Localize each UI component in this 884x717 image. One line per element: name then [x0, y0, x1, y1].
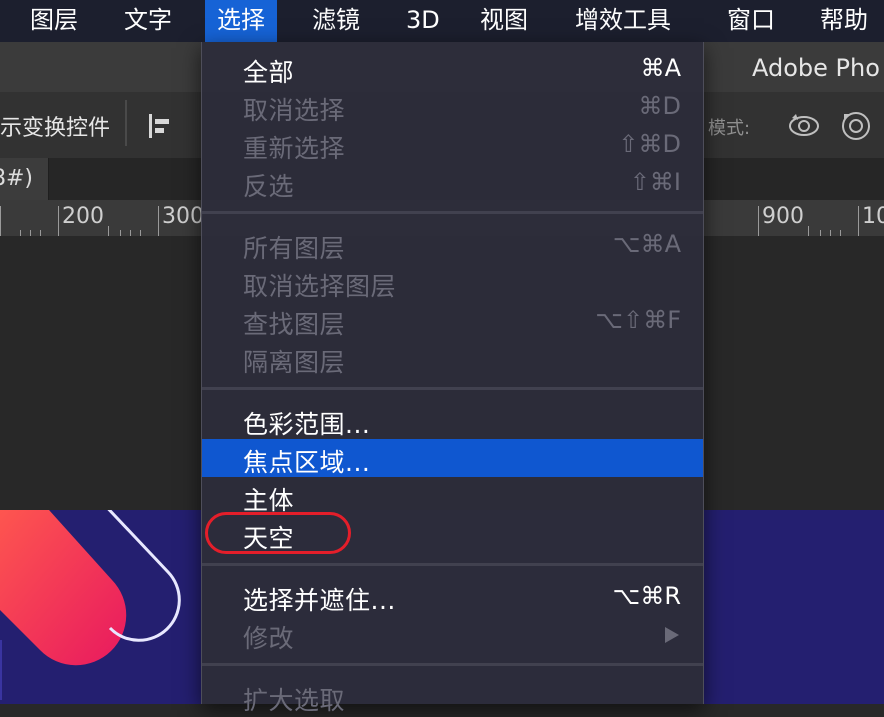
mode-label: 模式:	[708, 118, 751, 139]
menubar: 图层 文字 选择 滤镜 3D 视图 增效工具 窗口 帮助	[0, 0, 884, 42]
menu-item-modify[interactable]: 修改	[202, 615, 703, 653]
ruler-number: 300	[162, 204, 204, 229]
menu-3d[interactable]: 3D	[406, 0, 440, 42]
menu-item-label: 修改	[243, 624, 295, 653]
orbit-3d-icon[interactable]	[786, 108, 822, 144]
menu-separator	[202, 387, 703, 390]
menu-item-label: 全部	[243, 58, 295, 87]
menu-item-label: 隔离图层	[243, 348, 346, 377]
menu-item-focus-area[interactable]: 焦点区域...	[202, 439, 703, 477]
menu-item-label: 焦点区域...	[243, 448, 371, 477]
menu-item-shortcut: ⌘D	[638, 92, 681, 120]
menu-item-inverse[interactable]: 反选 ⇧⌘I	[202, 163, 703, 201]
show-transform-controls-label[interactable]: 示变换控件	[0, 110, 110, 142]
menu-item-shortcut: ⇧⌘I	[629, 168, 681, 196]
menu-item-label: 取消选择	[243, 96, 346, 125]
submenu-arrow-icon	[665, 627, 679, 643]
menu-type[interactable]: 文字	[124, 0, 172, 42]
menu-separator	[202, 211, 703, 214]
menu-item-grow[interactable]: 扩大选取	[202, 677, 703, 715]
menu-filter[interactable]: 滤镜	[312, 0, 360, 42]
options-divider	[125, 100, 127, 146]
ruler-tick	[58, 206, 59, 236]
menu-item-shortcut: ⌥⌘A	[612, 230, 681, 258]
menu-separator	[202, 563, 703, 566]
ruler-tick	[858, 206, 859, 236]
ruler-tick	[0, 206, 1, 236]
annotation-circle	[205, 512, 351, 554]
ruler-tick	[758, 206, 759, 236]
menu-plugins[interactable]: 增效工具	[575, 0, 671, 42]
menu-item-isolate-layers[interactable]: 隔离图层	[202, 339, 703, 377]
menu-item-select-and-mask[interactable]: 选择并遮住... ⌥⌘R	[202, 577, 703, 615]
menu-item-shortcut: ⌥⇧⌘F	[595, 306, 681, 334]
ruler-tick	[108, 226, 109, 236]
menu-item-shortcut: ⌘A	[640, 54, 681, 82]
menu-item-label: 选择并遮住...	[243, 586, 396, 615]
document-tab-label: 8#)	[0, 166, 34, 191]
menu-item-label: 扩大选取	[243, 686, 346, 715]
menu-item-all-layers[interactable]: 所有图层 ⌥⌘A	[202, 225, 703, 263]
menu-item-all[interactable]: 全部 ⌘A	[202, 49, 703, 87]
ruler-tick	[158, 206, 159, 236]
menu-item-label: 重新选择	[243, 134, 346, 163]
menu-item-reselect[interactable]: 重新选择 ⇧⌘D	[202, 125, 703, 163]
menu-window[interactable]: 窗口	[727, 0, 775, 42]
menu-item-label: 所有图层	[243, 234, 346, 263]
app-title: Adobe Pho	[752, 54, 880, 82]
ruler-number: 900	[762, 204, 804, 229]
menu-item-deselect-layers[interactable]: 取消选择图层	[202, 263, 703, 301]
menu-select[interactable]: 选择	[205, 0, 277, 42]
document-tab[interactable]: 8#)	[0, 158, 49, 200]
ruler-tick	[808, 226, 809, 236]
rotate-3d-icon[interactable]	[838, 108, 874, 144]
menu-item-shortcut: ⌥⌘R	[612, 582, 681, 610]
menu-item-shortcut: ⇧⌘D	[618, 130, 681, 158]
menu-item-label: 取消选择图层	[243, 272, 397, 301]
menu-item-label: 反选	[243, 172, 295, 201]
align-left-icon[interactable]	[146, 112, 174, 140]
menu-help[interactable]: 帮助	[820, 0, 868, 42]
menu-item-subject[interactable]: 主体	[202, 477, 703, 515]
menu-item-deselect[interactable]: 取消选择 ⌘D	[202, 87, 703, 125]
select-menu-dropdown: 全部 ⌘A 取消选择 ⌘D 重新选择 ⇧⌘D 反选 ⇧⌘I 所有图层 ⌥⌘A 取…	[201, 42, 704, 715]
ruler-number: 10	[862, 204, 884, 229]
menu-item-label: 查找图层	[243, 310, 346, 339]
menu-item-find-layers[interactable]: 查找图层 ⌥⇧⌘F	[202, 301, 703, 339]
menu-item-label: 色彩范围...	[243, 410, 371, 439]
menu-item-color-range[interactable]: 色彩范围...	[202, 401, 703, 439]
menu-layer[interactable]: 图层	[30, 0, 78, 42]
menu-separator	[202, 663, 703, 666]
ruler-number: 200	[62, 204, 104, 229]
menu-view[interactable]: 视图	[480, 0, 528, 42]
